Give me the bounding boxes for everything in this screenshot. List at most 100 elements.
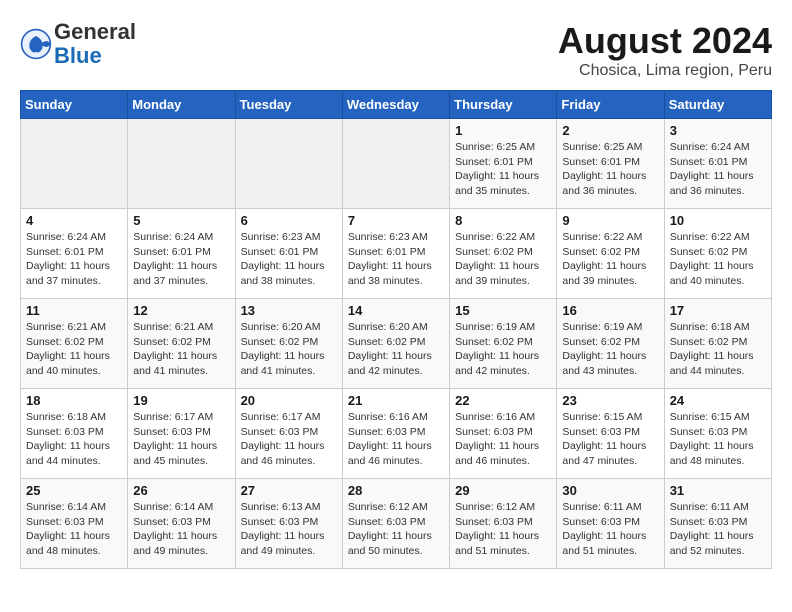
day-number: 22 (455, 393, 551, 408)
calendar-cell: 8 Sunrise: 6:22 AMSunset: 6:02 PMDaylight… (450, 209, 557, 299)
cell-info: Sunrise: 6:18 AMSunset: 6:03 PMDaylight:… (26, 410, 122, 469)
day-number: 12 (133, 303, 229, 318)
day-number: 5 (133, 213, 229, 228)
cell-info: Sunrise: 6:23 AMSunset: 6:01 PMDaylight:… (348, 230, 444, 289)
calendar-cell: 14 Sunrise: 6:20 AMSunset: 6:02 PMDayligh… (342, 299, 449, 389)
day-number: 23 (562, 393, 658, 408)
cell-info: Sunrise: 6:22 AMSunset: 6:02 PMDaylight:… (670, 230, 766, 289)
weekday-header-wednesday: Wednesday (342, 91, 449, 119)
cell-info: Sunrise: 6:17 AMSunset: 6:03 PMDaylight:… (241, 410, 337, 469)
calendar-cell: 17 Sunrise: 6:18 AMSunset: 6:02 PMDayligh… (664, 299, 771, 389)
day-number: 18 (26, 393, 122, 408)
calendar-cell: 9 Sunrise: 6:22 AMSunset: 6:02 PMDaylight… (557, 209, 664, 299)
cell-info: Sunrise: 6:18 AMSunset: 6:02 PMDaylight:… (670, 320, 766, 379)
cell-info: Sunrise: 6:22 AMSunset: 6:02 PMDaylight:… (562, 230, 658, 289)
day-number: 1 (455, 123, 551, 138)
logo-icon (20, 28, 52, 60)
calendar-week-4: 18 Sunrise: 6:18 AMSunset: 6:03 PMDayligh… (21, 389, 772, 479)
day-number: 14 (348, 303, 444, 318)
cell-info: Sunrise: 6:20 AMSunset: 6:02 PMDaylight:… (348, 320, 444, 379)
logo: General Blue (20, 20, 136, 68)
page-header: General Blue August 2024 Chosica, Lima r… (20, 20, 772, 80)
calendar-cell: 6 Sunrise: 6:23 AMSunset: 6:01 PMDaylight… (235, 209, 342, 299)
calendar-cell: 23 Sunrise: 6:15 AMSunset: 6:03 PMDayligh… (557, 389, 664, 479)
calendar-cell: 4Sunrise: 6:24 AMSunset: 6:01 PMDaylight… (21, 209, 128, 299)
day-number: 2 (562, 123, 658, 138)
calendar-cell (128, 119, 235, 209)
calendar-week-1: 1 Sunrise: 6:25 AMSunset: 6:01 PMDaylight… (21, 119, 772, 209)
day-number: 25 (26, 483, 122, 498)
calendar-cell: 10 Sunrise: 6:22 AMSunset: 6:02 PMDayligh… (664, 209, 771, 299)
day-number: 7 (348, 213, 444, 228)
cell-info: Sunrise: 6:16 AMSunset: 6:03 PMDaylight:… (455, 410, 551, 469)
day-number: 16 (562, 303, 658, 318)
calendar-cell: 28 Sunrise: 6:12 AMSunset: 6:03 PMDayligh… (342, 479, 449, 569)
cell-info: Sunrise: 6:24 AMSunset: 6:01 PMDaylight:… (133, 230, 229, 289)
calendar-cell: 3Sunrise: 6:24 AMSunset: 6:01 PMDaylight… (664, 119, 771, 209)
location: Chosica, Lima region, Peru (558, 62, 772, 80)
cell-info: Sunrise: 6:11 AMSunset: 6:03 PMDaylight:… (670, 500, 766, 559)
calendar-cell: 30Sunrise: 6:11 AMSunset: 6:03 PMDayligh… (557, 479, 664, 569)
weekday-header-thursday: Thursday (450, 91, 557, 119)
calendar-cell: 15Sunrise: 6:19 AMSunset: 6:02 PMDayligh… (450, 299, 557, 389)
cell-info: Sunrise: 6:14 AMSunset: 6:03 PMDaylight:… (26, 500, 122, 559)
day-number: 21 (348, 393, 444, 408)
day-number: 8 (455, 213, 551, 228)
calendar-week-5: 25 Sunrise: 6:14 AMSunset: 6:03 PMDayligh… (21, 479, 772, 569)
cell-info: Sunrise: 6:16 AMSunset: 6:03 PMDaylight:… (348, 410, 444, 469)
day-number: 11 (26, 303, 122, 318)
day-number: 20 (241, 393, 337, 408)
cell-info: Sunrise: 6:15 AMSunset: 6:03 PMDaylight:… (670, 410, 766, 469)
cell-info: Sunrise: 6:12 AMSunset: 6:03 PMDaylight:… (455, 500, 551, 559)
calendar-cell: 29 Sunrise: 6:12 AMSunset: 6:03 PMDayligh… (450, 479, 557, 569)
cell-info: Sunrise: 6:11 AMSunset: 6:03 PMDaylight:… (562, 500, 658, 559)
day-number: 31 (670, 483, 766, 498)
day-number: 26 (133, 483, 229, 498)
day-number: 19 (133, 393, 229, 408)
cell-info: Sunrise: 6:12 AMSunset: 6:03 PMDaylight:… (348, 500, 444, 559)
logo-blue: Blue (54, 44, 136, 68)
title-area: August 2024 Chosica, Lima region, Peru (558, 20, 772, 80)
cell-info: Sunrise: 6:25 AMSunset: 6:01 PMDaylight:… (455, 140, 551, 199)
weekday-header-saturday: Saturday (664, 91, 771, 119)
day-number: 29 (455, 483, 551, 498)
day-number: 28 (348, 483, 444, 498)
day-number: 24 (670, 393, 766, 408)
calendar-cell (342, 119, 449, 209)
calendar-cell (235, 119, 342, 209)
cell-info: Sunrise: 6:19 AMSunset: 6:02 PMDaylight:… (562, 320, 658, 379)
calendar-week-3: 11 Sunrise: 6:21 AMSunset: 6:02 PMDayligh… (21, 299, 772, 389)
day-number: 10 (670, 213, 766, 228)
calendar-cell: 16 Sunrise: 6:19 AMSunset: 6:02 PMDayligh… (557, 299, 664, 389)
calendar-cell: 5 Sunrise: 6:24 AMSunset: 6:01 PMDaylight… (128, 209, 235, 299)
day-number: 17 (670, 303, 766, 318)
calendar-week-2: 4Sunrise: 6:24 AMSunset: 6:01 PMDaylight… (21, 209, 772, 299)
calendar-cell: 25 Sunrise: 6:14 AMSunset: 6:03 PMDayligh… (21, 479, 128, 569)
calendar-cell: 2Sunrise: 6:25 AMSunset: 6:01 PMDaylight… (557, 119, 664, 209)
weekday-header-friday: Friday (557, 91, 664, 119)
calendar-cell: 31 Sunrise: 6:11 AMSunset: 6:03 PMDayligh… (664, 479, 771, 569)
logo-general: General (54, 20, 136, 44)
calendar-cell: 11 Sunrise: 6:21 AMSunset: 6:02 PMDayligh… (21, 299, 128, 389)
day-number: 6 (241, 213, 337, 228)
month-year: August 2024 (558, 20, 772, 62)
calendar-cell: 13Sunrise: 6:20 AMSunset: 6:02 PMDayligh… (235, 299, 342, 389)
cell-info: Sunrise: 6:14 AMSunset: 6:03 PMDaylight:… (133, 500, 229, 559)
weekday-header-monday: Monday (128, 91, 235, 119)
calendar-cell: 24 Sunrise: 6:15 AMSunset: 6:03 PMDayligh… (664, 389, 771, 479)
cell-info: Sunrise: 6:15 AMSunset: 6:03 PMDaylight:… (562, 410, 658, 469)
calendar-cell: 27Sunrise: 6:13 AMSunset: 6:03 PMDayligh… (235, 479, 342, 569)
calendar-table: SundayMondayTuesdayWednesdayThursdayFrid… (20, 90, 772, 569)
cell-info: Sunrise: 6:24 AMSunset: 6:01 PMDaylight:… (26, 230, 122, 289)
calendar-cell: 1 Sunrise: 6:25 AMSunset: 6:01 PMDaylight… (450, 119, 557, 209)
cell-info: Sunrise: 6:13 AMSunset: 6:03 PMDaylight:… (241, 500, 337, 559)
calendar-cell: 18 Sunrise: 6:18 AMSunset: 6:03 PMDayligh… (21, 389, 128, 479)
day-number: 9 (562, 213, 658, 228)
day-number: 3 (670, 123, 766, 138)
cell-info: Sunrise: 6:22 AMSunset: 6:02 PMDaylight:… (455, 230, 551, 289)
cell-info: Sunrise: 6:23 AMSunset: 6:01 PMDaylight:… (241, 230, 337, 289)
weekday-header-sunday: Sunday (21, 91, 128, 119)
calendar-cell: 26 Sunrise: 6:14 AMSunset: 6:03 PMDayligh… (128, 479, 235, 569)
cell-info: Sunrise: 6:21 AMSunset: 6:02 PMDaylight:… (26, 320, 122, 379)
calendar-cell: 12Sunrise: 6:21 AMSunset: 6:02 PMDayligh… (128, 299, 235, 389)
